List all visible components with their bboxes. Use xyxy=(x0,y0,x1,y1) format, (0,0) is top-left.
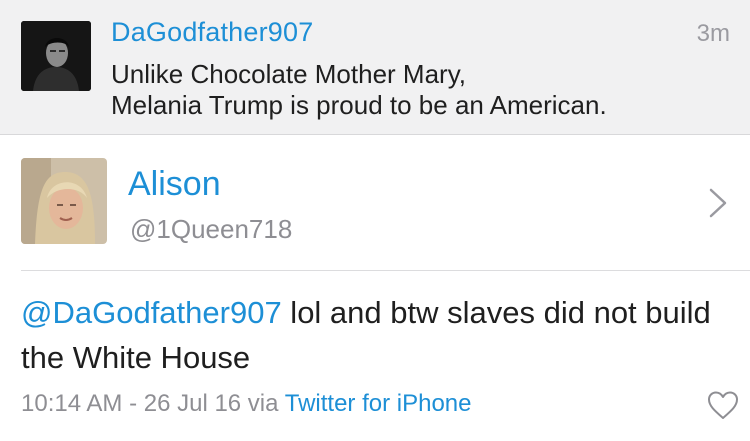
context-author-name[interactable]: DaGodfather907 xyxy=(111,17,313,48)
divider xyxy=(21,270,750,271)
tweet-author-row[interactable]: Alison @1Queen718 xyxy=(0,135,750,270)
via-label: via xyxy=(241,390,285,417)
author-display-name[interactable]: Alison xyxy=(128,165,221,204)
author-handle[interactable]: @1Queen718 xyxy=(130,214,292,245)
context-timestamp: 3m xyxy=(696,20,730,47)
tweet-date: 26 Jul 16 xyxy=(143,390,242,417)
client-link[interactable]: Twitter for iPhone xyxy=(285,390,472,417)
avatar[interactable] xyxy=(21,21,91,91)
context-text-line: Melania Trump is proud to be an American… xyxy=(111,90,607,120)
tweet-text: @DaGodfather907 lol and btw slaves did n… xyxy=(21,290,721,380)
avatar[interactable] xyxy=(21,158,107,244)
meta-separator: - xyxy=(122,390,144,417)
chevron-right-icon[interactable] xyxy=(706,187,730,219)
mention-link[interactable]: @DaGodfather907 xyxy=(21,295,282,330)
heart-icon[interactable] xyxy=(706,389,740,421)
context-tweet[interactable]: DaGodfather907 3m Unlike Chocolate Mothe… xyxy=(0,0,750,135)
tweet-time: 10:14 AM xyxy=(21,390,123,417)
context-text-line: Unlike Chocolate Mother Mary, xyxy=(111,59,466,89)
context-tweet-text: Unlike Chocolate Mother Mary, Melania Tr… xyxy=(111,59,711,121)
tweet-meta: 10:14 AM - 26 Jul 16 via Twitter for iPh… xyxy=(21,390,471,418)
